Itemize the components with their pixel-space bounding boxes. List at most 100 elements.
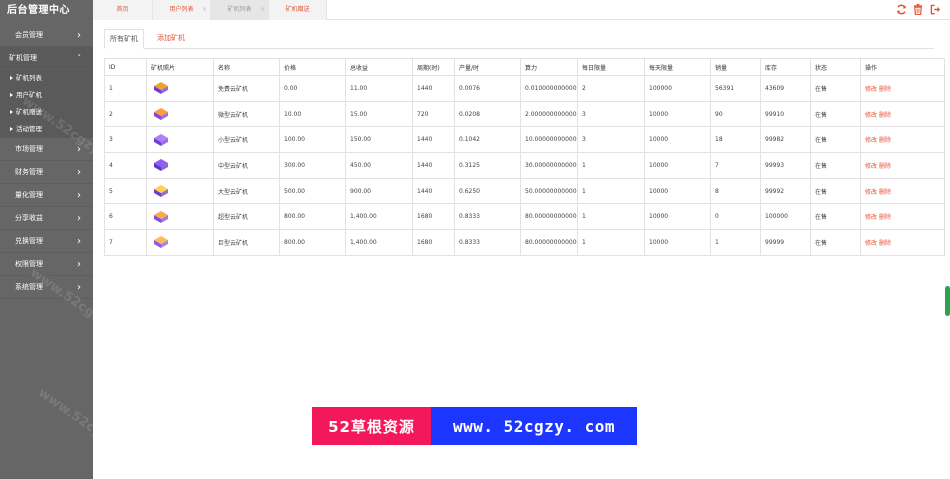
tab-add-miner[interactable]: 添加矿机 xyxy=(151,29,191,49)
cell-stock: 99999 xyxy=(760,229,811,256)
cell-day-limit: 10000 xyxy=(644,229,711,256)
edit-link[interactable]: 修改 xyxy=(865,163,877,170)
sidebar-subitem-miner-gift[interactable]: 矿机赠送 xyxy=(0,104,93,121)
cell-price: 10.00 xyxy=(279,100,346,128)
delete-link[interactable]: 删除 xyxy=(879,112,891,119)
miner-subtabs: 所有矿机 添加矿机 xyxy=(104,29,934,49)
cell-total-income: 11.00 xyxy=(345,75,413,102)
cell-photo xyxy=(146,126,214,154)
sidebar-item[interactable]: 兑换管理 › xyxy=(0,230,93,253)
sidebar-item-label: 矿机管理 xyxy=(9,54,37,62)
tab-label: 矿机列表 xyxy=(227,6,252,13)
delete-link[interactable]: 删除 xyxy=(879,189,891,196)
sidebar-item-label: 兑换管理 xyxy=(15,237,43,245)
tab-home[interactable]: 首页 xyxy=(93,0,153,20)
table-row: 2 微型云矿机 10.00 15.00 720 0.0208 2.000000000000 3… xyxy=(104,100,945,128)
miner-image xyxy=(154,108,168,121)
delete-link[interactable]: 删除 xyxy=(879,214,891,221)
cell-sold: 8 xyxy=(710,177,761,205)
table-row: 7 巨型云矿机 800.00 1,400.00 1680 0.8333 80.0000000… xyxy=(104,229,945,256)
miner-image xyxy=(154,159,168,172)
miner-image xyxy=(154,236,168,249)
column-header: 状态 xyxy=(810,58,861,76)
delete-link[interactable]: 删除 xyxy=(879,240,891,247)
column-header: 矿机照片 xyxy=(146,58,214,76)
sidebar-item-miner[interactable]: 矿机管理 ˅ xyxy=(0,47,93,70)
cell-name: 中型云矿机 xyxy=(213,152,280,179)
sidebar-subitem-activity[interactable]: 活动管理 xyxy=(0,121,93,138)
edit-link[interactable]: 修改 xyxy=(865,189,877,196)
admin-app: 后台管理中心 会员管理 › 矿机管理 ˅ 矿机列表 用户矿机 矿机赠送 活动管理… xyxy=(0,0,950,479)
cell-cycle: 1440 xyxy=(412,75,455,102)
tab-user-list[interactable]: 用户列表 × xyxy=(153,0,211,20)
sidebar-item-label: 市场管理 xyxy=(15,145,43,153)
cell-id: 5 xyxy=(104,177,147,205)
cell-cycle: 1440 xyxy=(412,152,455,179)
column-header: ID xyxy=(104,58,147,76)
cell-hashrate: 10.000000000000 xyxy=(520,126,578,154)
cell-output: 0.3125 xyxy=(454,152,521,179)
edit-link[interactable]: 修改 xyxy=(865,112,877,119)
delete-link[interactable]: 删除 xyxy=(879,163,891,170)
sidebar-item[interactable]: 权限管理 › xyxy=(0,253,93,276)
sidebar-item[interactable]: 系统管理 › xyxy=(0,276,93,299)
miner-image xyxy=(154,210,168,223)
tab-label: 用户列表 xyxy=(169,6,194,13)
column-header: 名称 xyxy=(213,58,280,76)
cell-stock: 99992 xyxy=(760,177,811,205)
delete-link[interactable]: 删除 xyxy=(879,137,891,144)
refresh-icon[interactable] xyxy=(895,2,907,16)
cell-status: 在售 xyxy=(810,203,861,231)
column-header: 每日限量 xyxy=(577,58,645,76)
edit-link[interactable]: 修改 xyxy=(865,86,877,93)
sidebar-subitem-miner-list[interactable]: 矿机列表 xyxy=(0,70,93,87)
trash-icon[interactable] xyxy=(912,2,924,16)
close-icon[interactable]: × xyxy=(202,0,207,20)
cell-name: 巨型云矿机 xyxy=(213,229,280,256)
cell-photo xyxy=(146,177,214,205)
chevron-right-icon: › xyxy=(77,190,81,201)
table-row: 3 小型云矿机 100.00 150.00 1440 0.1042 10.000000000… xyxy=(104,126,945,154)
tab-all-miners[interactable]: 所有矿机 xyxy=(104,29,144,49)
cell-actions: 修改 删除 xyxy=(860,126,945,154)
table-row: 5 大型云矿机 500.00 900.00 1440 0.6250 50.000000000… xyxy=(104,177,945,205)
table-row: 6 超型云矿机 800.00 1,400.00 1680 0.8333 80.0000000… xyxy=(104,203,945,231)
sidebar-item-label: 量化管理 xyxy=(15,191,43,199)
delete-link[interactable]: 删除 xyxy=(879,86,891,93)
top-actions xyxy=(895,2,941,16)
sidebar-item-label: 财务管理 xyxy=(15,168,43,176)
edit-link[interactable]: 修改 xyxy=(865,137,877,144)
banner-url-text: www. 52cgzy. com xyxy=(431,407,637,445)
chevron-right-icon: › xyxy=(77,259,81,270)
edit-link[interactable]: 修改 xyxy=(865,214,877,221)
cell-day-limit: 10000 xyxy=(644,100,711,128)
cell-status: 在售 xyxy=(810,75,861,102)
sidebar-item[interactable]: 财务管理 › xyxy=(0,161,93,184)
brand-title: 后台管理中心 xyxy=(7,5,70,16)
edit-link[interactable]: 修改 xyxy=(865,240,877,247)
tab-miner-list[interactable]: 矿机列表 × xyxy=(211,0,269,20)
cell-photo xyxy=(146,75,214,102)
cell-day-limit: 10000 xyxy=(644,177,711,205)
close-icon[interactable]: × xyxy=(260,0,265,20)
sidebar-subitem-user-miner[interactable]: 用户矿机 xyxy=(0,87,93,104)
cell-sold: 56391 xyxy=(710,75,761,102)
column-header: 操作 xyxy=(860,58,945,76)
cell-cycle: 1680 xyxy=(412,203,455,231)
sidebar-item-member[interactable]: 会员管理 › xyxy=(0,24,93,47)
sidebar-item-label: 权限管理 xyxy=(15,260,43,268)
scrollbar-thumb[interactable] xyxy=(945,286,950,316)
cell-stock: 99982 xyxy=(760,126,811,154)
cell-total-income: 1,400.00 xyxy=(345,229,413,256)
cell-name: 免费云矿机 xyxy=(213,75,280,102)
chevron-right-icon: › xyxy=(77,213,81,224)
sidebar-item[interactable]: 分享收益 › xyxy=(0,207,93,230)
cell-cycle: 720 xyxy=(412,100,455,128)
cell-total-income: 15.00 xyxy=(345,100,413,128)
cell-id: 7 xyxy=(104,229,147,256)
sidebar-item[interactable]: 量化管理 › xyxy=(0,184,93,207)
cell-sold: 18 xyxy=(710,126,761,154)
sidebar-item[interactable]: 市场管理 › xyxy=(0,138,93,161)
logout-icon[interactable] xyxy=(929,2,941,16)
tab-miner-gift[interactable]: 矿机赠送 xyxy=(269,0,327,20)
